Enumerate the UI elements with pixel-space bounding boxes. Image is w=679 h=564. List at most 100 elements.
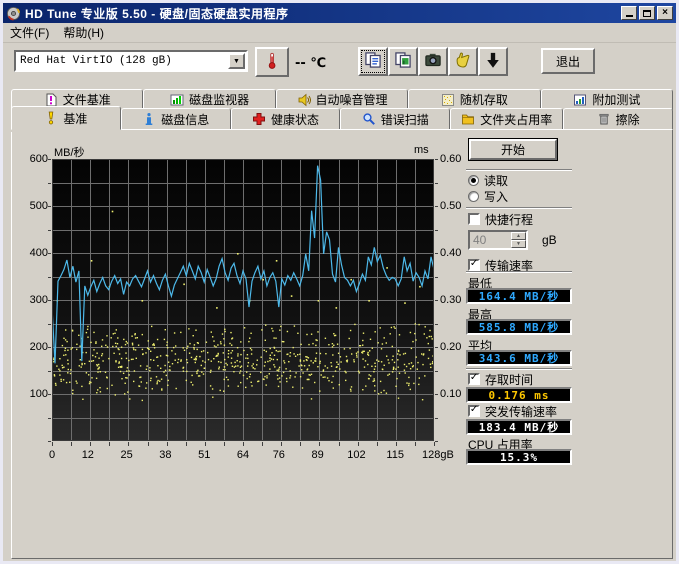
y-right-tick-label: 0.60 bbox=[440, 153, 461, 165]
health-icon bbox=[252, 112, 266, 126]
copy-text-button[interactable] bbox=[358, 47, 388, 76]
tab-health[interactable]: 健康状态 bbox=[231, 108, 341, 130]
screenshot-button[interactable] bbox=[418, 47, 448, 76]
y-tick bbox=[435, 183, 438, 184]
x-tick bbox=[109, 442, 110, 446]
write-radio[interactable]: 写入 bbox=[468, 189, 508, 203]
tab-benchmark[interactable]: 基准 bbox=[11, 106, 121, 130]
tab-extra-tests[interactable]: 附加测试 bbox=[541, 89, 673, 110]
short-stroke-checkbox[interactable]: 快捷行程 bbox=[468, 212, 533, 226]
burst-rate-checkbox[interactable]: 突发传输速率 bbox=[468, 404, 557, 418]
title-bar: HD Tune 专业版 5.50 - 硬盘/固态硬盘实用程序 × bbox=[3, 3, 676, 23]
maximize-button[interactable] bbox=[639, 6, 655, 20]
y-tick bbox=[48, 206, 51, 207]
y-tick bbox=[435, 206, 438, 207]
checkbox-icon bbox=[468, 213, 480, 225]
tab-erase[interactable]: 擦除 bbox=[563, 108, 673, 130]
folder-usage-icon bbox=[461, 112, 475, 126]
y-left-tick-label: 300 bbox=[12, 294, 48, 306]
close-button[interactable]: × bbox=[657, 6, 673, 20]
y-left-tick-label: 500 bbox=[12, 200, 48, 212]
burst-rate-display: 183.4 MB/秒 bbox=[466, 419, 572, 435]
tab-folder-usage[interactable]: 文件夹占用率 bbox=[450, 108, 563, 130]
maximize-icon bbox=[643, 10, 651, 17]
tab-random-access[interactable]: 随机存取 bbox=[408, 89, 540, 110]
stepper-up-button[interactable]: ▲ bbox=[511, 232, 526, 240]
separator bbox=[466, 271, 572, 273]
x-tick-label: 76 bbox=[264, 449, 294, 461]
stepper-down-button[interactable]: ▼ bbox=[511, 240, 526, 248]
y-tick bbox=[435, 230, 438, 231]
menu-bar: 文件(F)帮助(H) bbox=[3, 23, 676, 43]
separator bbox=[466, 169, 572, 171]
x-tick-label: 25 bbox=[112, 449, 142, 461]
x-end-label: 128gB bbox=[422, 449, 462, 461]
y-tick bbox=[435, 253, 438, 254]
max-value-display: 585.8 MB/秒 bbox=[466, 319, 572, 335]
close-icon: × bbox=[662, 8, 668, 18]
x-tick-label: 51 bbox=[189, 449, 219, 461]
tab-label: 健康状态 bbox=[271, 111, 319, 128]
temperature-button[interactable] bbox=[255, 47, 289, 77]
x-tick bbox=[167, 442, 168, 446]
start-button[interactable]: 开始 bbox=[468, 138, 558, 161]
y-right-tick-label: 0.50 bbox=[440, 200, 461, 212]
y-tick bbox=[48, 441, 51, 442]
stepper-unit-label: gB bbox=[542, 233, 557, 247]
cpu-usage-display: 15.3% bbox=[466, 449, 572, 465]
x-tick bbox=[396, 442, 397, 446]
y-tick bbox=[435, 324, 438, 325]
copy-image-button[interactable] bbox=[388, 47, 418, 76]
thermometer-icon bbox=[263, 52, 281, 73]
file-benchmark-icon bbox=[44, 93, 58, 107]
checkbox-icon bbox=[468, 405, 480, 417]
x-tick bbox=[243, 442, 244, 446]
y-tick bbox=[48, 394, 51, 395]
copy-text-icon bbox=[364, 51, 382, 72]
disk-info-icon bbox=[142, 112, 156, 126]
y-tick bbox=[435, 441, 438, 442]
menu-help[interactable]: 帮助(H) bbox=[56, 22, 111, 43]
y-left-unit-label: MB/秒 bbox=[54, 144, 85, 160]
y-tick bbox=[48, 371, 51, 372]
x-tick bbox=[281, 442, 282, 446]
tab-disk-info[interactable]: 磁盘信息 bbox=[121, 108, 231, 130]
access-time-checkbox[interactable]: 存取时间 bbox=[468, 372, 533, 386]
y-right-tick-label: 0.20 bbox=[440, 341, 461, 353]
tab-label: 自动噪音管理 bbox=[316, 91, 388, 108]
drive-select[interactable]: Red Hat VirtIO (128 gB) ▼ bbox=[14, 50, 248, 72]
save-results-button[interactable] bbox=[448, 47, 478, 76]
checkbox-icon bbox=[468, 259, 480, 271]
transfer-rate-checkbox[interactable]: 传输速率 bbox=[468, 258, 533, 272]
tab-disk-monitor[interactable]: 磁盘监视器 bbox=[143, 89, 275, 110]
radio-icon bbox=[468, 175, 479, 186]
chevron-down-icon[interactable]: ▼ bbox=[228, 53, 245, 69]
y-tick bbox=[48, 418, 51, 419]
app-icon bbox=[6, 6, 21, 21]
aam-icon bbox=[297, 93, 311, 107]
menu-file[interactable]: 文件(F) bbox=[3, 22, 56, 43]
minimize-button[interactable] bbox=[621, 6, 637, 20]
y-right-unit-label: ms bbox=[414, 144, 429, 156]
short-stroke-size-stepper[interactable]: 40 ▲ ▼ bbox=[468, 230, 528, 250]
y-right-tick-label: 0.40 bbox=[440, 247, 461, 259]
export-button[interactable] bbox=[478, 47, 508, 76]
x-tick-label: 89 bbox=[303, 449, 333, 461]
tab-label: 随机存取 bbox=[460, 91, 508, 108]
erase-icon bbox=[597, 112, 611, 126]
temperature-reading: -- ℃ bbox=[295, 56, 326, 71]
copy-image-icon bbox=[394, 51, 412, 72]
x-tick bbox=[377, 442, 378, 446]
x-tick bbox=[319, 442, 320, 446]
benchmark-icon bbox=[44, 111, 58, 125]
y-left-tick-label: 200 bbox=[12, 341, 48, 353]
read-radio[interactable]: 读取 bbox=[468, 173, 508, 187]
plot-area bbox=[52, 159, 434, 441]
x-tick bbox=[128, 442, 129, 446]
benchmark-controls-panel: 开始 读取 写入 快捷行程 40 ▲ ▼ gB bbox=[466, 130, 666, 558]
exit-button[interactable]: 退出 bbox=[541, 48, 595, 74]
x-tick-label: 38 bbox=[150, 449, 180, 461]
tab-aam[interactable]: 自动噪音管理 bbox=[276, 89, 408, 110]
tab-label: 擦除 bbox=[616, 111, 640, 128]
tab-error-scan[interactable]: 错误扫描 bbox=[340, 108, 450, 130]
